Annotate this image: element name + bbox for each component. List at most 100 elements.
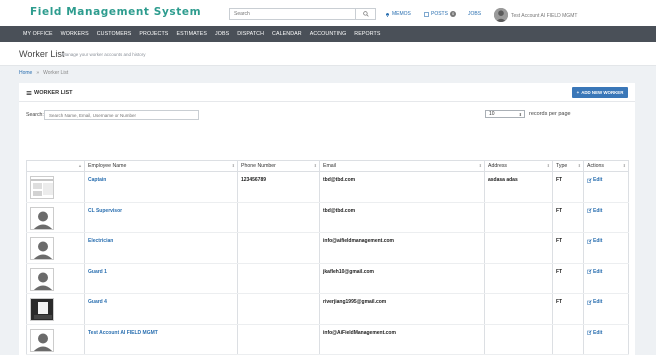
table-row: Guard 4 riverjiang1995@gmail.com FT Edit	[26, 293, 629, 325]
phone-number-cell	[237, 293, 320, 325]
app-logo[interactable]: Field Management System	[30, 6, 201, 18]
worker-photo[interactable]	[30, 176, 54, 199]
user-avatar[interactable]	[494, 8, 508, 22]
table-row: Test Account AI FIELD MGMT info@AiFieldMa…	[26, 324, 629, 355]
posts-link[interactable]: POSTS 0	[424, 11, 457, 17]
worker-photo-cell	[26, 171, 85, 203]
page-header: Worker List Manage your worker accounts …	[0, 42, 656, 66]
table-search-input[interactable]	[44, 110, 199, 120]
breadcrumb-current: Worker List	[43, 70, 69, 76]
employee-name-link[interactable]: Guard 4	[88, 299, 107, 305]
global-search-button[interactable]	[356, 9, 375, 19]
col-header-type[interactable]: Type ⬍	[552, 160, 584, 172]
nav-item-projects[interactable]: PROJECTS	[139, 31, 168, 37]
type-cell	[552, 324, 584, 355]
col-header-email[interactable]: Email ⬍	[319, 160, 485, 172]
breadcrumb-separator-icon: »	[36, 70, 40, 76]
user-silhouette-icon	[494, 8, 508, 22]
edit-button[interactable]: Edit	[587, 177, 625, 183]
address-cell	[484, 293, 553, 325]
panel-title-label: WORKER LIST	[34, 90, 73, 96]
col-header-address[interactable]: Address ⬍	[484, 160, 553, 172]
page-length-label: records per page	[529, 111, 571, 117]
main-nav: MY OFFICE WORKERS CUSTOMERS PROJECTS EST…	[0, 26, 656, 42]
col-header-phone-number[interactable]: Phone Number ⬍	[237, 160, 320, 172]
phone-number-cell	[237, 324, 320, 355]
bell-icon	[386, 12, 389, 17]
edit-button[interactable]: Edit	[587, 208, 625, 214]
nav-item-reports[interactable]: REPORTS	[354, 31, 380, 37]
breadcrumb-home[interactable]: Home	[19, 70, 32, 76]
nav-item-calendar[interactable]: CALENDAR	[272, 31, 302, 37]
employee-name-link[interactable]: Captain	[88, 177, 106, 183]
sort-icon: ⬍	[546, 163, 550, 168]
phone-number-cell	[237, 263, 320, 294]
user-name[interactable]: Test Account AI FIELD MGMT	[511, 13, 577, 19]
employee-name-cell: CL Supervisor	[84, 202, 238, 233]
sort-icon: ⬍	[622, 163, 626, 168]
panel-title: WORKER LIST	[26, 90, 73, 96]
worker-photo[interactable]	[30, 328, 54, 352]
employee-name-link[interactable]: CL Supervisor	[88, 208, 122, 214]
col-header-photo[interactable]: ▲	[26, 160, 85, 172]
worker-photo[interactable]	[30, 206, 54, 230]
nav-item-my-office[interactable]: MY OFFICE	[23, 31, 53, 37]
employee-name-cell: Guard 1	[84, 263, 238, 294]
edit-label: Edit	[593, 329, 603, 336]
nav-item-accounting[interactable]: ACCOUNTING	[310, 31, 347, 37]
employee-name-link[interactable]: Electrician	[88, 238, 113, 244]
document-icon	[424, 11, 429, 17]
worker-table: ▲ Employee Name ⬍ Phone Number ⬍ Email ⬍ Ad…	[26, 160, 629, 355]
edit-icon	[587, 330, 592, 335]
edit-button[interactable]: Edit	[587, 330, 625, 336]
table-header-row: ▲ Employee Name ⬍ Phone Number ⬍ Email ⬍ Ad…	[26, 160, 629, 172]
edit-label: Edit	[593, 207, 603, 214]
search-icon	[362, 11, 369, 17]
phone-number-cell	[237, 202, 320, 233]
col-header-employee-name[interactable]: Employee Name ⬍	[84, 160, 238, 172]
worker-photo[interactable]	[30, 237, 54, 260]
nav-item-workers[interactable]: WORKERS	[61, 31, 89, 37]
employee-name-link[interactable]: Test Account AI FIELD MGMT	[88, 330, 158, 336]
add-new-worker-button[interactable]: + ADD NEW WORKER	[572, 87, 628, 98]
nav-item-jobs[interactable]: JOBS	[215, 31, 229, 37]
edit-label: Edit	[593, 238, 603, 244]
page-length-select[interactable]: 10 ⬍	[485, 110, 525, 118]
address-cell: asdasa adas	[484, 171, 553, 203]
worker-photo-cell	[26, 263, 85, 294]
edit-button[interactable]: Edit	[587, 238, 625, 244]
breadcrumb: Home » Worker List	[19, 70, 68, 76]
nav-item-estimates[interactable]: ESTIMATES	[176, 31, 207, 37]
edit-icon	[587, 238, 592, 244]
memos-link[interactable]: MEMOS	[385, 11, 411, 17]
worker-photo-cell	[26, 232, 85, 264]
worker-photo-cell	[26, 324, 85, 355]
table-row: Guard 1 jkafleh10@gmail.com FT Edit	[26, 263, 629, 294]
col-header-actions[interactable]: Actions ⬍	[583, 160, 629, 172]
table-row: CL Supervisor tbd@tbd.com FT Edit	[26, 202, 629, 233]
worker-photo-cell	[26, 293, 85, 325]
edit-label: Edit	[593, 177, 603, 183]
employee-name-cell: Electrician	[84, 232, 238, 264]
type-cell: FT	[552, 263, 584, 294]
edit-button[interactable]: Edit	[587, 269, 625, 275]
page-title: Worker List	[19, 49, 65, 59]
sort-asc-icon: ▲	[78, 163, 82, 168]
worker-list-panel: WORKER LIST + ADD NEW WORKER Search: 10 …	[19, 83, 635, 355]
nav-item-customers[interactable]: CUSTOMERS	[97, 31, 132, 37]
global-search-input[interactable]	[230, 9, 356, 19]
nav-item-dispatch[interactable]: DISPATCH	[237, 31, 264, 37]
email-cell: riverjiang1995@gmail.com	[319, 293, 485, 325]
edit-button[interactable]: Edit	[587, 299, 625, 305]
plus-icon: +	[576, 90, 580, 95]
updown-arrows-icon: ⬍	[518, 111, 522, 117]
edit-icon	[587, 177, 592, 183]
employee-name-link[interactable]: Guard 1	[88, 269, 107, 275]
jobs-link[interactable]: JOBS	[468, 11, 481, 17]
worker-photo[interactable]	[30, 267, 54, 291]
type-cell: FT	[552, 171, 584, 203]
page-subtitle: Manage your worker accounts and history	[62, 52, 146, 57]
type-cell: FT	[552, 232, 584, 264]
edit-icon	[587, 269, 592, 274]
worker-photo[interactable]	[30, 298, 54, 321]
